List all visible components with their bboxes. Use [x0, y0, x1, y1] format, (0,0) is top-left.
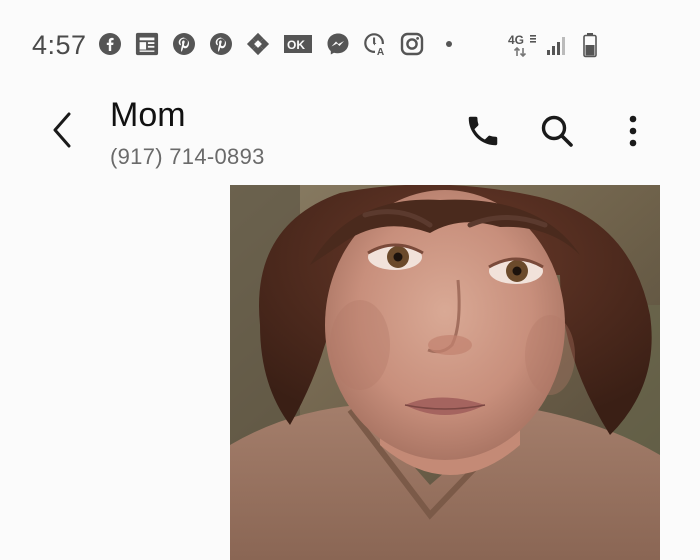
- system-status-icons: 4G: [508, 32, 598, 63]
- phone-icon: [468, 116, 498, 146]
- message-photo[interactable]: [230, 185, 660, 560]
- notification-icons: OK A: [98, 32, 461, 57]
- pinterest-icon: [172, 32, 196, 56]
- facebook-icon: [98, 32, 122, 56]
- svg-text:A: A: [377, 47, 385, 57]
- photos-icon: [246, 32, 270, 56]
- ok-icon: OK: [283, 32, 313, 56]
- more-dot-icon: [437, 32, 461, 56]
- status-time: 4:57: [32, 30, 87, 60]
- status-bar: 4:57 OK A 4G: [0, 0, 700, 92]
- more-options-button[interactable]: [612, 110, 654, 152]
- network-4g-icon: 4G: [508, 32, 540, 63]
- contact-number: (917) 714-0893: [110, 144, 265, 169]
- selfie-photo: [230, 185, 660, 560]
- signal-icon: [546, 33, 570, 62]
- svg-text:4G: 4G: [508, 33, 524, 47]
- back-button[interactable]: [44, 110, 80, 150]
- contact-name[interactable]: Mom: [110, 96, 186, 135]
- svg-text:OK: OK: [287, 38, 305, 52]
- clock-a-icon: A: [363, 32, 387, 57]
- battery-icon: [582, 32, 598, 63]
- header-actions: [462, 110, 654, 152]
- search-button[interactable]: [536, 110, 578, 152]
- conversation-header: Mom (917) 714-0893: [0, 92, 700, 182]
- call-button[interactable]: [462, 110, 504, 152]
- more-vert-icon: [629, 115, 637, 147]
- back-arrow-icon: [53, 112, 71, 148]
- messaging-screen: 4:57 OK A 4G Mom (917) 714-0893: [0, 0, 700, 560]
- news-icon: [135, 32, 159, 56]
- search-icon: [541, 115, 573, 147]
- pinterest-icon: [209, 32, 233, 56]
- messenger-icon: [326, 32, 350, 56]
- instagram-icon: [400, 32, 424, 56]
